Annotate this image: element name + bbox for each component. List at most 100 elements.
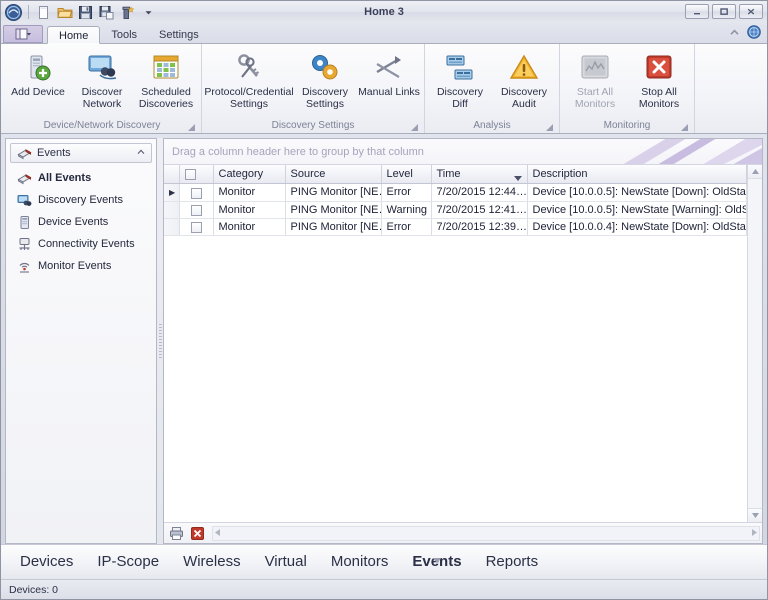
column-header-time[interactable]: Time xyxy=(431,165,528,184)
dialog-launcher-icon[interactable] xyxy=(411,122,418,131)
status-bar-text: Devices: 0 xyxy=(9,583,59,596)
cell-source: PING Monitor [NE… xyxy=(285,201,382,219)
sort-descending-icon xyxy=(513,172,522,182)
scroll-down-arrow-icon[interactable] xyxy=(748,508,762,522)
new-icon[interactable] xyxy=(34,3,53,22)
scroll-left-arrow-icon[interactable] xyxy=(215,527,220,539)
row-select-cell[interactable] xyxy=(179,183,214,202)
chevron-up-icon[interactable] xyxy=(728,27,741,41)
column-header-level[interactable]: Level xyxy=(381,165,432,184)
row-checkbox[interactable] xyxy=(190,205,202,216)
tab-home[interactable]: Home xyxy=(47,26,101,44)
column-header-time-label: Time xyxy=(436,167,461,180)
tab-settings[interactable]: Settings xyxy=(148,26,210,44)
discovery-diff-button[interactable]: Discovery Diff xyxy=(429,49,491,110)
maximize-button[interactable] xyxy=(712,4,736,19)
discovery-settings-label: Discovery Settings xyxy=(301,86,349,110)
close-button[interactable] xyxy=(739,4,763,19)
table-row[interactable]: ▶ Monitor PING Monitor [NE… Error 7/20/2… xyxy=(164,183,747,202)
dialog-launcher-icon[interactable] xyxy=(546,122,553,131)
events-grid-panel: Drag a column header here to group by th… xyxy=(163,138,763,544)
bottom-tab-reports[interactable]: Reports xyxy=(475,547,550,577)
select-all-checkbox[interactable] xyxy=(184,169,196,181)
scroll-up-arrow-icon[interactable] xyxy=(748,165,762,179)
discovery-settings-button[interactable]: Discovery Settings xyxy=(294,49,356,110)
active-tab-caret-icon xyxy=(432,544,442,574)
save-icon[interactable] xyxy=(76,3,95,22)
open-folder-icon[interactable] xyxy=(55,3,74,22)
cell-category: Monitor xyxy=(213,201,286,219)
row-select-cell[interactable] xyxy=(179,218,214,236)
application-window: Home 3 Home Tools Settings Add Device Di… xyxy=(0,0,768,600)
column-header-source[interactable]: Source xyxy=(285,165,382,184)
cell-category: Monitor xyxy=(213,183,286,202)
sidebar-item-connectivity-events[interactable]: Connectivity Events xyxy=(10,233,152,255)
ribbon-group-label-text: Monitoring xyxy=(603,120,651,131)
ribbon-view-toggle-button[interactable] xyxy=(3,25,43,43)
title-bar: Home 3 xyxy=(1,1,767,23)
stop-all-monitors-button[interactable]: Stop All Monitors xyxy=(628,49,690,110)
sidebar-item-monitor-events[interactable]: Monitor Events xyxy=(10,255,152,277)
navigation-sidebar: Events All Events Discovery Events Devic… xyxy=(5,138,157,544)
sidebar-item-device-events[interactable]: Device Events xyxy=(10,211,152,233)
chevron-down-icon[interactable] xyxy=(139,3,158,22)
manual-links-button[interactable]: Manual Links xyxy=(358,49,420,99)
table-row[interactable]: Monitor PING Monitor [NE… Warning 7/20/2… xyxy=(164,201,747,219)
start-all-monitors-button[interactable]: Start All Monitors xyxy=(564,49,626,110)
sidebar-item-label: Monitor Events xyxy=(38,260,112,272)
discovery-events-icon xyxy=(16,192,32,208)
sidebar-item-discovery-events[interactable]: Discovery Events xyxy=(10,189,152,211)
sidebar-group-header-events[interactable]: Events xyxy=(10,143,152,163)
bottom-tab-ip-scope[interactable]: IP-Scope xyxy=(86,547,170,577)
column-header-description[interactable]: Description xyxy=(527,165,747,184)
grid-vertical-scrollbar[interactable] xyxy=(747,165,762,522)
start-all-monitors-label: Start All Monitors xyxy=(574,86,616,110)
window-controls xyxy=(685,4,763,19)
protocol-credential-label: Protocol/Credential Settings xyxy=(204,86,294,110)
chevron-up-icon[interactable] xyxy=(136,147,146,159)
row-checkbox[interactable] xyxy=(190,222,202,233)
wizard-icon[interactable] xyxy=(118,3,137,22)
bottom-tab-events[interactable]: Events xyxy=(401,547,472,577)
grid-horizontal-scrollbar[interactable] xyxy=(212,525,760,541)
app-menu-icon[interactable] xyxy=(4,3,23,22)
help-icon[interactable] xyxy=(747,25,761,42)
row-indicator-cell xyxy=(164,201,180,219)
column-header-category[interactable]: Category xyxy=(213,165,286,184)
bottom-tab-wireless[interactable]: Wireless xyxy=(172,547,252,577)
bottom-tab-monitors[interactable]: Monitors xyxy=(320,547,400,577)
group-by-panel[interactable]: Drag a column header here to group by th… xyxy=(164,139,762,165)
print-icon[interactable] xyxy=(168,525,185,542)
dialog-launcher-icon[interactable] xyxy=(188,122,195,131)
ribbon-group-label-discovery: Device/Network Discovery xyxy=(7,119,197,133)
scroll-right-arrow-icon[interactable] xyxy=(752,527,757,539)
discovery-audit-button[interactable]: Discovery Audit xyxy=(493,49,555,110)
qat-separator xyxy=(28,5,29,19)
table-row[interactable]: Monitor PING Monitor [NE… Error 7/20/201… xyxy=(164,218,747,236)
dialog-launcher-icon[interactable] xyxy=(681,122,688,131)
minimize-button[interactable] xyxy=(685,4,709,19)
connectivity-events-icon xyxy=(16,236,32,252)
bottom-tab-devices[interactable]: Devices xyxy=(9,547,84,577)
discover-network-button[interactable]: Discover Network xyxy=(71,49,133,110)
protocol-credential-settings-button[interactable]: Protocol/Credential Settings xyxy=(204,49,294,110)
row-indicator-cell xyxy=(164,218,180,236)
sidebar-item-all-events[interactable]: All Events xyxy=(10,167,152,189)
add-device-button[interactable]: Add Device xyxy=(7,49,69,99)
all-events-icon xyxy=(16,170,32,186)
start-all-monitors-icon xyxy=(580,51,610,85)
export-icon[interactable] xyxy=(189,525,206,542)
sidebar-item-label: Connectivity Events xyxy=(38,238,135,250)
tab-tools[interactable]: Tools xyxy=(100,26,148,44)
save-as-icon[interactable] xyxy=(97,3,116,22)
column-header-select-all[interactable] xyxy=(179,165,214,184)
events-icon xyxy=(16,145,32,161)
bottom-tab-virtual[interactable]: Virtual xyxy=(254,547,318,577)
row-checkbox[interactable] xyxy=(190,187,202,199)
sidebar-item-label: Discovery Events xyxy=(38,194,123,206)
cell-category: Monitor xyxy=(213,218,286,236)
row-select-cell[interactable] xyxy=(179,201,214,219)
scheduled-discoveries-button[interactable]: Scheduled Discoveries xyxy=(135,49,197,110)
sidebar-group-header-label: Events xyxy=(37,147,71,159)
scroll-track[interactable] xyxy=(748,179,762,508)
